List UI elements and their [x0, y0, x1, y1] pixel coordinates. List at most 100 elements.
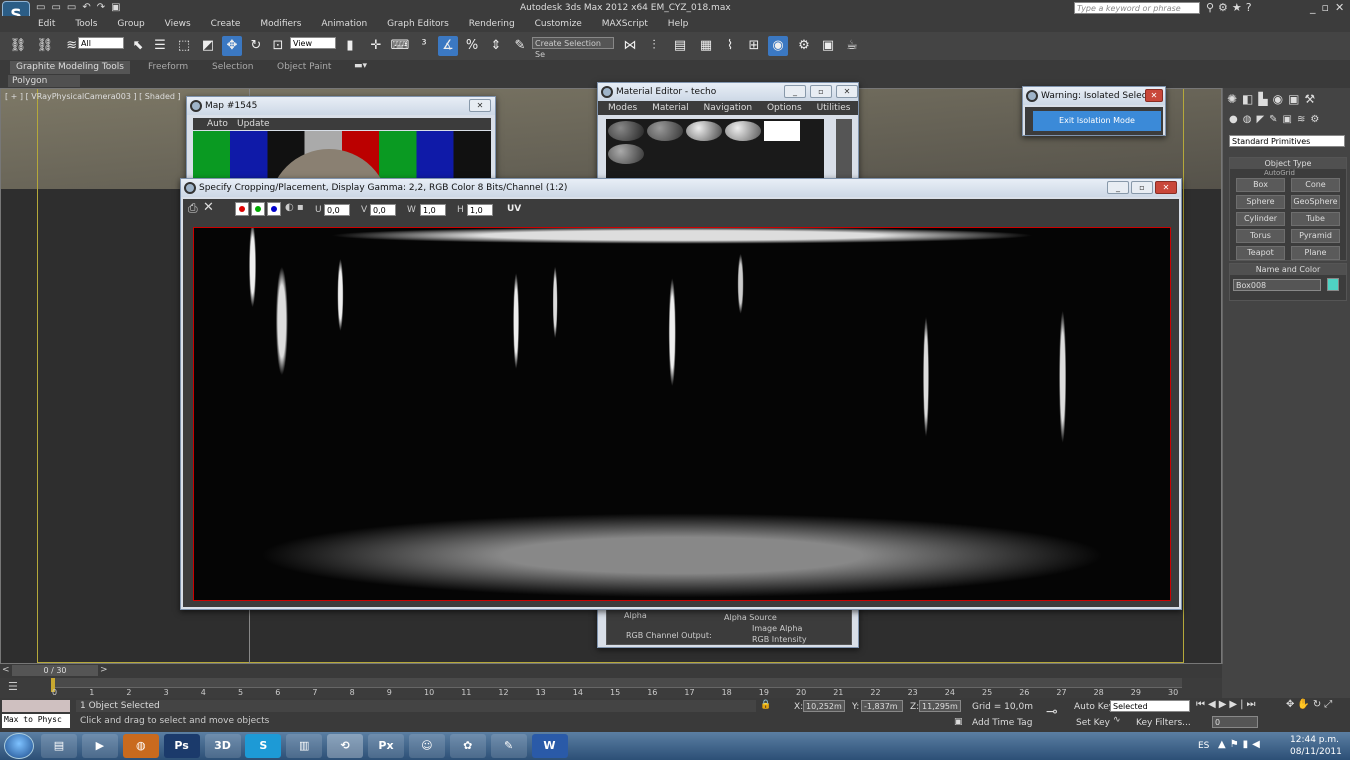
angle-snap-icon[interactable]: ∡ [438, 36, 458, 56]
clock-time[interactable]: 12:44 p.m. [1290, 735, 1339, 745]
pixplant-icon[interactable]: Px [368, 734, 404, 758]
ref-coord-dropdown[interactable]: View [290, 37, 336, 49]
sample-slot[interactable] [763, 121, 800, 141]
search-input[interactable]: Type a keyword or phrase [1074, 2, 1200, 14]
sample-slot[interactable] [685, 121, 722, 141]
h-field[interactable]: 1,0 [467, 204, 493, 216]
snaps-icon[interactable]: ³ [414, 36, 434, 56]
primitives-dropdown[interactable]: Standard Primitives [1229, 135, 1345, 147]
map-close-button[interactable]: ✕ [469, 99, 491, 112]
w-field[interactable]: 1,0 [420, 204, 446, 216]
ribbon-tab-selection[interactable]: Selection [212, 62, 253, 72]
menu-group[interactable]: Group [117, 19, 144, 29]
folder-icon[interactable]: ☺ [408, 734, 445, 758]
mirror-icon[interactable]: ⋈ [620, 36, 640, 56]
crop-close-button[interactable]: ✕ [1155, 181, 1177, 194]
nav-controls[interactable]: ✥✋↻⤢ [1286, 699, 1335, 710]
curve-editor-icon[interactable]: ⌇ [720, 36, 740, 56]
word-icon[interactable]: W [531, 734, 568, 758]
notes-icon[interactable]: ✎ [490, 734, 527, 758]
playback-controls[interactable]: ⏮◀▶▶|⏭ [1196, 699, 1258, 710]
menu-graph-editors[interactable]: Graph Editors [387, 19, 449, 29]
cmd-create-icons[interactable]: ●◍◤✎▣≋⚙ [1229, 114, 1345, 125]
render-icon[interactable]: ☕ [842, 36, 862, 56]
add-time-tag-icon[interactable]: ▣ [954, 717, 963, 727]
window-controls[interactable]: _▫✕ [1310, 1, 1350, 14]
time-prev-button[interactable]: < [2, 665, 10, 675]
time-slider-thumb[interactable]: 0 / 30 [12, 665, 98, 676]
sample-slot[interactable] [608, 121, 644, 141]
language-indicator[interactable]: ES [1198, 741, 1209, 751]
clock-date[interactable]: 08/11/2011 [1290, 747, 1342, 757]
skype-icon[interactable]: S [245, 734, 282, 758]
media-player-icon[interactable]: ▶ [81, 734, 118, 758]
set-key-icon[interactable]: ∿ [1113, 715, 1121, 725]
mat-close-button[interactable]: ✕ [836, 85, 858, 98]
image-alpha-radio[interactable]: Image Alpha [752, 624, 802, 633]
cone-button[interactable]: Cone [1291, 178, 1340, 192]
exit-isolation-button[interactable]: Exit Isolation Mode [1033, 111, 1161, 131]
warning-close-button[interactable]: ✕ [1145, 89, 1163, 102]
selection-filter-dropdown[interactable]: All [78, 37, 124, 49]
percent-snap-icon[interactable]: % [462, 36, 482, 56]
track-mini-curve-icon[interactable]: ☰ [8, 680, 18, 693]
ribbon-polygon-modeling[interactable]: Polygon Modeling [8, 75, 80, 98]
tube-button[interactable]: Tube [1291, 212, 1340, 226]
teapot-button[interactable]: Teapot [1236, 246, 1285, 260]
print-icon[interactable]: ⎙ [188, 201, 198, 216]
keyboard-shortcut-icon[interactable]: ⌨ [390, 36, 410, 56]
time-slider[interactable]: < 0 / 30 > [0, 664, 1222, 678]
blue-channel-icon[interactable] [267, 202, 281, 216]
object-color-swatch[interactable] [1327, 278, 1339, 291]
alpha-radio[interactable]: Alpha [624, 611, 647, 620]
texture-image[interactable] [193, 227, 1171, 601]
link-icon[interactable]: ⛓ [8, 36, 28, 56]
sample-slot[interactable] [724, 121, 761, 141]
mat-menu-modes[interactable]: Modes [608, 103, 637, 113]
lock-icon[interactable]: 🔒 [760, 700, 771, 710]
autogrid-checkbox[interactable]: AutoGrid [1230, 169, 1346, 177]
move-icon[interactable]: ✥ [222, 36, 242, 56]
rgb-intensity-radio[interactable]: RGB Intensity [752, 635, 807, 644]
menu-tools[interactable]: Tools [75, 19, 97, 29]
object-name-field[interactable]: Box008 [1233, 279, 1321, 291]
firefox-icon[interactable]: ◍ [122, 734, 159, 758]
select-object-icon[interactable]: ⬉ [128, 36, 148, 56]
pivot-icon[interactable]: ▮ [340, 36, 360, 56]
manipulate-icon[interactable]: ✛ [366, 36, 386, 56]
menu-maxscript[interactable]: MAXScript [602, 19, 648, 29]
3dsmax-icon[interactable]: ⟲ [327, 734, 364, 758]
v-field[interactable]: 0,0 [370, 204, 396, 216]
network-app-icon[interactable]: ✿ [449, 734, 486, 758]
close-x-icon[interactable]: ✕ [203, 200, 214, 215]
cylinder-button[interactable]: Cylinder [1236, 212, 1285, 226]
ribbon-tab-object-paint[interactable]: Object Paint [277, 62, 331, 72]
tray-icons[interactable]: ▲⚑▮◀ [1218, 739, 1264, 750]
u-field[interactable]: 0,0 [324, 204, 350, 216]
map-update-button[interactable]: Update [237, 119, 270, 129]
auto-key-button[interactable]: Auto Key [1074, 702, 1114, 712]
current-frame-field[interactable]: 0 [1212, 716, 1258, 728]
viewport-label[interactable]: [ + ] [ VRayPhysicalCamera003 ] [ Shaded… [5, 92, 181, 101]
key-filters-button[interactable]: Key Filters... [1136, 718, 1191, 728]
schematic-view-icon[interactable]: ⊞ [744, 36, 764, 56]
select-by-name-icon[interactable]: ☰ [150, 36, 170, 56]
mat-menu-material[interactable]: Material [652, 103, 689, 113]
script-listener-input[interactable]: Max to Physc [2, 714, 70, 728]
ribbon-tab-graphite[interactable]: Graphite Modeling Tools [10, 61, 130, 74]
menu-edit[interactable]: Edit [38, 19, 55, 29]
mat-menu-options[interactable]: Options [767, 103, 802, 113]
ribbon-tab-freeform[interactable]: Freeform [148, 62, 188, 72]
crop-minimize-button[interactable]: _ [1107, 181, 1129, 194]
mat-side-tools[interactable] [836, 119, 852, 179]
named-selection-dropdown[interactable]: Create Selection Se [532, 37, 614, 59]
z-field[interactable]: 11,295m [919, 700, 961, 712]
scale-icon[interactable]: ⊡ [268, 36, 288, 56]
add-time-tag[interactable]: Add Time Tag [972, 718, 1032, 728]
cmd-tabs[interactable]: ✺◧▙◉▣⚒ [1227, 92, 1347, 106]
menu-create[interactable]: Create [211, 19, 241, 29]
uv-label[interactable]: UV [507, 204, 521, 214]
spinner-snap-icon[interactable]: ⇕ [486, 36, 506, 56]
menu-views[interactable]: Views [165, 19, 191, 29]
menu-help[interactable]: Help [668, 19, 689, 29]
